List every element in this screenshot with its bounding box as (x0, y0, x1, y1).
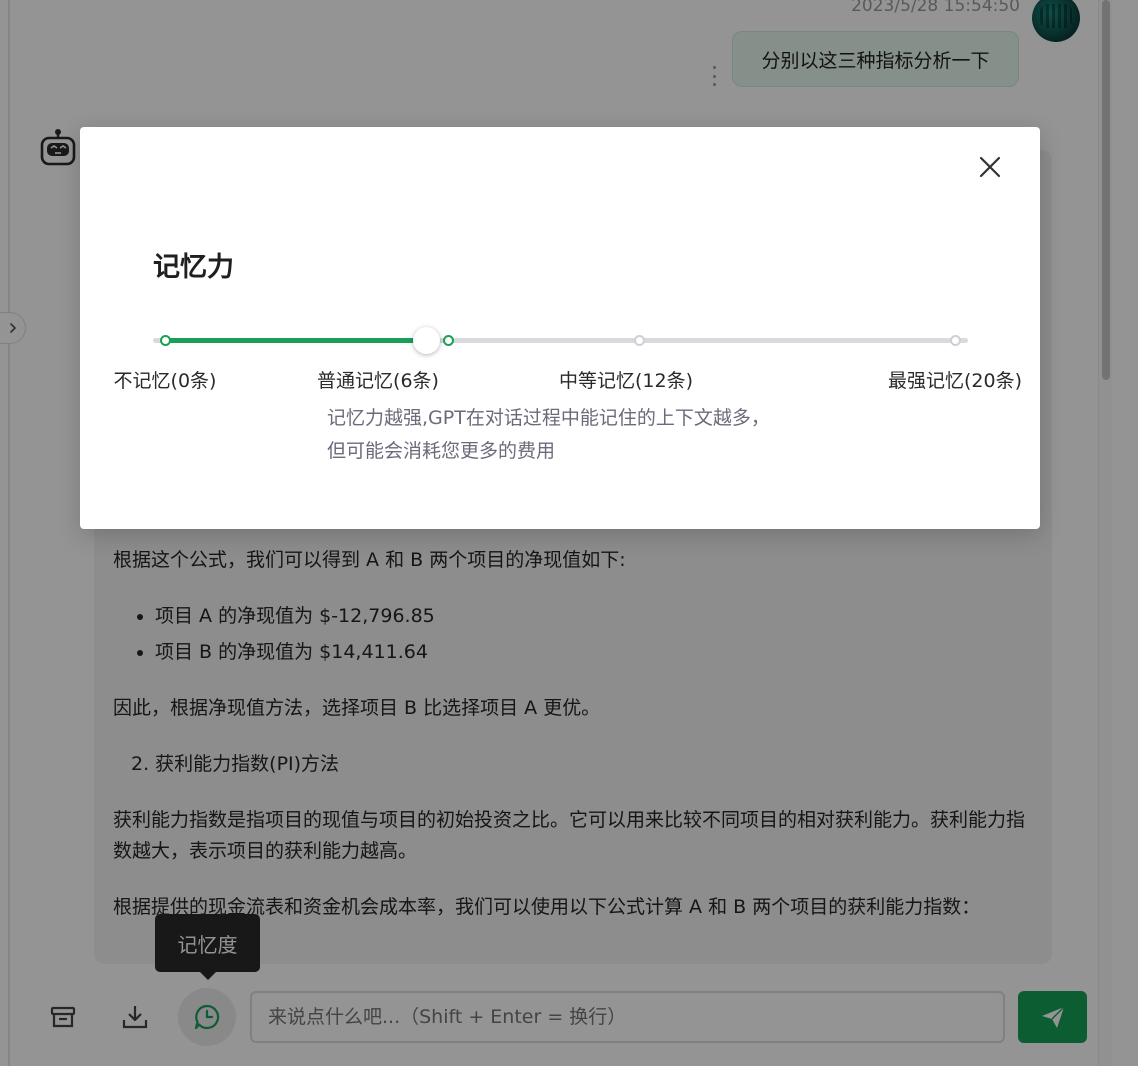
slider-mark-label[interactable]: 最强记忆(20条) (888, 366, 1022, 393)
slider-handle[interactable] (413, 327, 440, 354)
slider-mark-label[interactable]: 中等记忆(12条) (559, 366, 693, 393)
slider-mark-label[interactable]: 不记忆(0条) (114, 366, 217, 393)
close-button[interactable] (976, 153, 1004, 181)
memory-modal: 记忆力 记忆力越强,GPT在对话过程中能记住的上下文越多，但可能会消耗您更多的费… (80, 127, 1040, 529)
slider-fill (165, 338, 426, 343)
close-icon (979, 156, 1001, 178)
slider-mark[interactable] (634, 335, 645, 346)
slider-mark[interactable] (950, 335, 961, 346)
slider-mark-label[interactable]: 普通记忆(6条) (317, 366, 439, 393)
memory-slider[interactable] (153, 327, 968, 354)
slider-mark[interactable] (443, 335, 454, 346)
slider-mark[interactable] (160, 335, 171, 346)
modal-description: 记忆力越强,GPT在对话过程中能记住的上下文越多，但可能会消耗您更多的费用 (327, 407, 770, 462)
modal-title: 记忆力 (153, 252, 234, 283)
